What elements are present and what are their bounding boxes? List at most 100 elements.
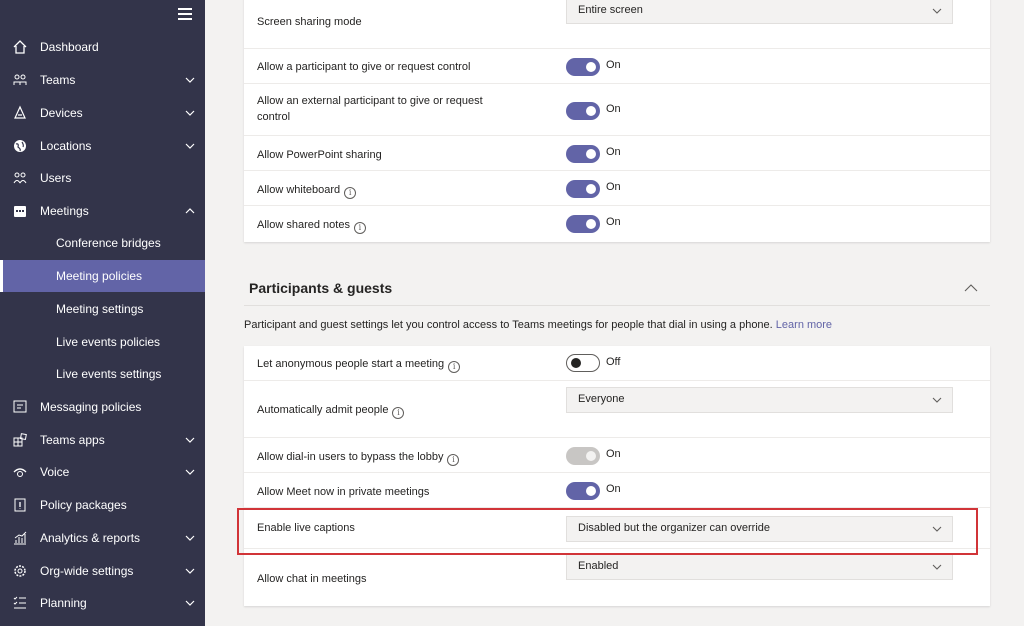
sidebar-item-meetings[interactable]: Meetings (0, 195, 205, 227)
sidebar-item-label: Live events policies (56, 335, 161, 349)
dropdown-value: Everyone (578, 393, 625, 405)
meet-now-private-toggle[interactable] (566, 482, 600, 500)
chevron-down-icon (185, 110, 195, 116)
setting-label-text: Automatically admit people (257, 404, 389, 416)
setting-label: Allow Meet now in private meetings (257, 486, 430, 498)
setting-row-meet-now-private: Allow Meet now in private meetings On (244, 473, 990, 508)
screen-sharing-mode-dropdown[interactable]: Entire screen (566, 0, 953, 24)
sidebar-item-label: Conference bridges (56, 236, 161, 250)
sidebar-item-teams-apps[interactable]: Teams apps (0, 424, 205, 456)
section-description: Participant and guest settings let you c… (244, 319, 832, 331)
sidebar-item-dashboard[interactable]: Dashboard (0, 31, 205, 63)
sidebar-item-meeting-settings[interactable]: Meeting settings (0, 293, 205, 325)
learn-more-link[interactable]: Learn more (776, 319, 832, 331)
teams-icon (11, 71, 29, 89)
participants-card: Let anonymous people start a meeting i Of… (244, 346, 990, 606)
setting-label-continued: control (257, 111, 291, 123)
info-icon[interactable]: i (392, 407, 405, 419)
sidebar-item-label: Analytics & reports (40, 531, 141, 545)
sidebar-item-teams[interactable]: Teams (0, 64, 205, 96)
home-icon (11, 38, 29, 56)
sidebar-item-analytics-reports[interactable]: Analytics & reports (0, 522, 205, 554)
sidebar-item-label: Meeting policies (56, 269, 143, 283)
setting-label-text: Allow whiteboard (257, 184, 341, 196)
voice-icon (11, 463, 29, 481)
external-give-request-control-toggle[interactable] (566, 102, 600, 120)
dropdown-value: Enabled (578, 560, 619, 572)
setting-label: Allow a participant to give or request c… (257, 61, 471, 73)
chevron-up-icon[interactable] (964, 283, 978, 293)
sidebar-item-messaging-policies[interactable]: Messaging policies (0, 391, 205, 423)
sidebar-item-planning[interactable]: Planning (0, 587, 205, 619)
setting-label: Allow dial-in users to bypass the lobby i (257, 449, 460, 466)
sidebar-item-voice[interactable]: Voice (0, 456, 205, 488)
dial-in-bypass-lobby-toggle[interactable] (566, 447, 600, 465)
sidebar-item-label: Teams (40, 73, 76, 87)
setting-label: Allow whiteboard i (257, 182, 357, 199)
chevron-down-icon (185, 77, 195, 83)
sidebar: Dashboard Teams Devices Locations Users … (0, 0, 205, 626)
auto-admit-dropdown[interactable]: Everyone (566, 387, 953, 413)
shared-notes-toggle[interactable] (566, 215, 600, 233)
anonymous-start-toggle[interactable] (566, 354, 600, 372)
setting-row-anonymous-start: Let anonymous people start a meeting i Of… (244, 346, 990, 381)
sidebar-item-policy-packages[interactable]: Policy packages (0, 489, 205, 521)
setting-label: Allow shared notes i (257, 217, 366, 234)
hamburger-menu-icon[interactable] (178, 8, 192, 20)
section-description-text: Participant and guest settings let you c… (244, 319, 773, 331)
sidebar-item-label: Devices (40, 106, 83, 120)
dropdown-value: Entire screen (578, 4, 643, 16)
sidebar-item-meeting-policies[interactable]: Meeting policies (0, 260, 205, 292)
info-icon[interactable]: i (448, 361, 461, 373)
setting-row-auto-admit: Automatically admit people i Everyone (244, 381, 990, 438)
setting-row-powerpoint-sharing: Allow PowerPoint sharing On (244, 136, 990, 171)
setting-row-shared-notes: Allow shared notes i On (244, 206, 990, 242)
info-icon[interactable]: i (344, 187, 357, 199)
whiteboard-toggle[interactable] (566, 180, 600, 198)
setting-row-chat-in-meetings: Allow chat in meetings Enabled (244, 549, 990, 606)
sidebar-item-label: Live events settings (56, 367, 162, 381)
chat-in-meetings-dropdown[interactable]: Enabled (566, 554, 953, 580)
chevron-down-icon (185, 437, 195, 443)
sidebar-item-locations[interactable]: Locations (0, 130, 205, 162)
sidebar-item-live-events-policies[interactable]: Live events policies (0, 326, 205, 358)
chevron-down-icon (185, 568, 195, 574)
setting-row-dial-in-bypass-lobby: Allow dial-in users to bypass the lobby i… (244, 438, 990, 473)
toggle-state-text: On (606, 483, 621, 495)
toggle-state-text: On (606, 216, 621, 228)
sidebar-item-label: Dashboard (40, 40, 99, 54)
message-icon (11, 398, 29, 416)
chevron-down-icon (185, 535, 195, 541)
toggle-state-text: On (606, 59, 621, 71)
chevron-down-icon (932, 8, 942, 14)
chevron-down-icon (932, 397, 942, 403)
chevron-down-icon (185, 600, 195, 606)
toggle-state-text: On (606, 181, 621, 193)
sidebar-item-live-events-settings[interactable]: Live events settings (0, 358, 205, 390)
sidebar-item-label: Voice (40, 465, 70, 479)
chevron-down-icon (932, 564, 942, 570)
toggle-state-text: Off (606, 356, 621, 368)
setting-row-give-request-control: Allow a participant to give or request c… (244, 49, 990, 84)
sidebar-item-label: Meeting settings (56, 302, 144, 316)
sidebar-item-devices[interactable]: Devices (0, 97, 205, 129)
sidebar-item-label: Locations (40, 139, 92, 153)
chevron-up-icon (185, 208, 195, 214)
setting-label: Allow PowerPoint sharing (257, 149, 382, 161)
users-icon (11, 169, 29, 187)
sidebar-item-conference-bridges[interactable]: Conference bridges (0, 227, 205, 259)
content-sharing-card: Screen sharing mode Entire screen Allow … (244, 0, 990, 242)
sidebar-item-org-wide-settings[interactable]: Org-wide settings (0, 555, 205, 587)
give-request-control-toggle[interactable] (566, 58, 600, 76)
setting-row-external-give-request-control: Allow an external participant to give or… (244, 84, 990, 136)
info-icon[interactable]: i (447, 454, 460, 466)
highlight-box (237, 508, 978, 555)
setting-label-text: Let anonymous people start a meeting (257, 358, 445, 370)
sidebar-item-users[interactable]: Users (0, 162, 205, 194)
info-icon[interactable]: i (353, 222, 366, 234)
sidebar-item-label: Meetings (40, 204, 89, 218)
powerpoint-sharing-toggle[interactable] (566, 145, 600, 163)
section-title: Participants & guests (249, 280, 393, 296)
calendar-icon (11, 202, 29, 220)
analytics-icon (11, 529, 29, 547)
